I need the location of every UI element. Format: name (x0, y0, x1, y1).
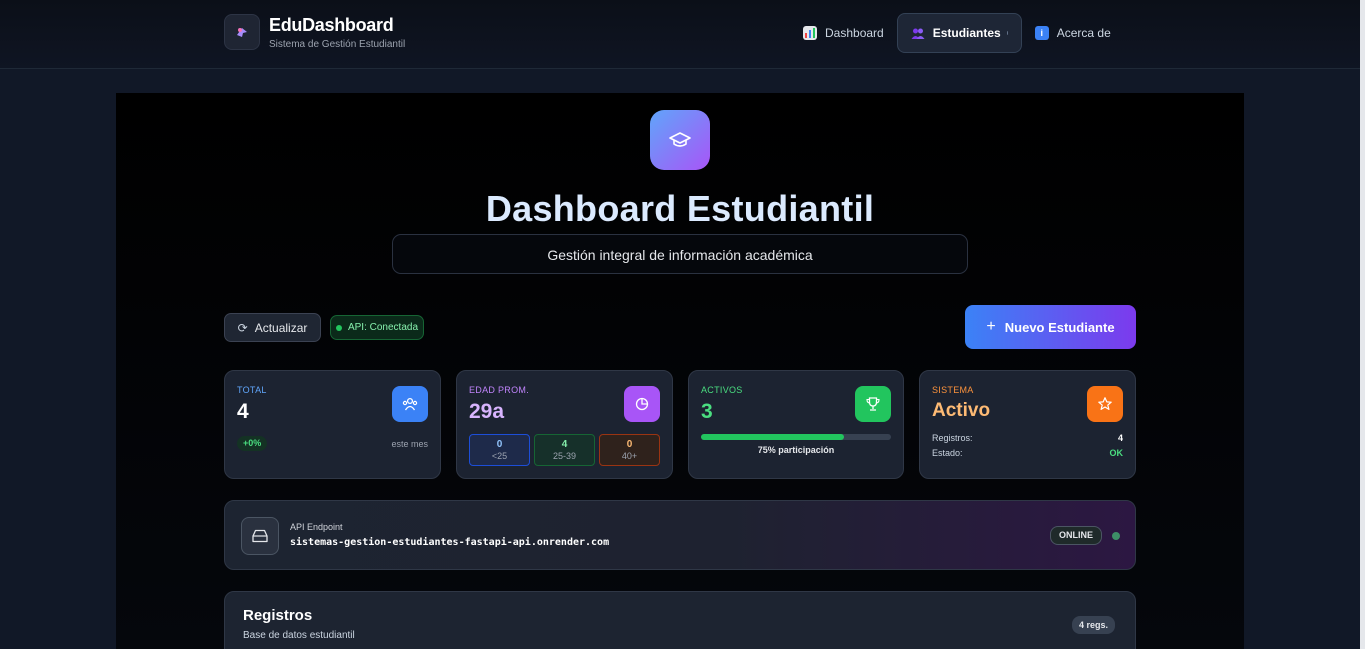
page-title: Dashboard Estudiantil (485, 188, 875, 229)
brand-logo-icon (224, 14, 260, 50)
age-bucket: 4 25-39 (534, 434, 595, 466)
users-icon (911, 26, 925, 40)
new-student-label: Nuevo Estudiante (1004, 319, 1115, 335)
server-drive-icon (241, 517, 279, 555)
endpoint-label: API Endpoint (290, 522, 343, 532)
active-indicator-dot (1006, 31, 1008, 35)
card-label: EDAD PROM. (469, 385, 530, 395)
card-note: este mes (391, 439, 428, 449)
page-scrollbar[interactable] (1360, 0, 1365, 649)
api-status-badge: API: Conectada (330, 315, 424, 340)
trophy-icon (855, 386, 891, 422)
top-navbar: EduDashboard Sistema de Gestión Estudian… (0, 0, 1360, 69)
api-endpoint-panel: API Endpoint sistemas-gestion-estudiante… (224, 500, 1136, 570)
participation-text: 75% participación (757, 445, 835, 455)
age-bucket-range: 40+ (621, 451, 638, 461)
records-value: 4 (1117, 433, 1123, 443)
card-label: ACTIVOS (701, 385, 743, 395)
brand-subtitle: Sistema de Gestión Estudiantil (269, 39, 406, 50)
new-student-button[interactable]: + Nuevo Estudiante (965, 305, 1136, 349)
state-value: OK (1109, 448, 1124, 458)
state-label: Estado: (932, 448, 963, 458)
page-subtitle: Gestión integral de información académic… (392, 234, 968, 274)
nav-item-acerca[interactable]: i Acerca de (1022, 13, 1124, 53)
age-bucket-count: 4 (561, 439, 568, 450)
section-subtitle: Base de datos estudiantil (243, 630, 355, 641)
star-icon (1087, 386, 1123, 422)
section-title: Registros (243, 607, 313, 624)
brand-title: EduDashboard (269, 15, 394, 35)
users-icon (392, 386, 428, 422)
age-bucket: 0 <25 (469, 434, 530, 466)
card-value: 3 (701, 400, 713, 423)
refresh-label: Actualizar (254, 320, 308, 335)
api-status-text: API: Conectada (347, 322, 419, 333)
age-bucket-count: 0 (626, 439, 633, 450)
plus-icon: + (986, 318, 996, 335)
card-value: Activo (932, 400, 991, 421)
endpoint-url[interactable]: sistemas-gestion-estudiantes-fastapi-api… (290, 537, 609, 548)
brand[interactable]: EduDashboard Sistema de Gestión Estudian… (224, 14, 405, 50)
refresh-icon: ⟳ (237, 320, 248, 335)
age-bucket: 0 40+ (599, 434, 660, 466)
change-badge: +0% (237, 436, 268, 451)
nav-item-dashboard[interactable]: Dashboard (790, 13, 897, 53)
age-bucket-range: 25-39 (552, 451, 577, 461)
stat-card-total: TOTAL 4 +0% este mes (224, 370, 441, 479)
participation-progress-bar (701, 434, 891, 440)
main-nav: Dashboard Estudiantes i Acerca de (790, 13, 1124, 53)
age-bucket-range: <25 (491, 451, 508, 461)
nav-item-estudiantes[interactable]: Estudiantes (896, 13, 1022, 53)
state-row: Estado: OK (932, 448, 1123, 458)
records-section: Registros Base de datos estudiantil 4 re… (224, 591, 1136, 649)
records-count-badge: 4 regs. (1072, 616, 1116, 634)
age-bucket-count: 0 (496, 439, 503, 450)
nav-label-dashboard: Dashboard (825, 26, 884, 40)
refresh-button[interactable]: ⟳ Actualizar (224, 313, 321, 342)
card-value: 4 (237, 400, 249, 423)
stat-card-age: EDAD PROM. 29a 0 <25 4 25-39 0 40+ (456, 370, 673, 479)
graduation-cap-icon (650, 110, 710, 170)
online-status-badge: ONLINE (1050, 526, 1103, 545)
stat-card-system: SISTEMA Activo Registros: 4 Estado: OK (919, 370, 1136, 479)
online-dot-icon (1112, 532, 1120, 540)
info-icon: i (1034, 26, 1049, 40)
pie-chart-icon (624, 386, 660, 422)
participation-progress-fill (701, 434, 844, 440)
bar-chart-icon (803, 26, 817, 40)
card-value: 29a (469, 400, 505, 423)
records-label: Registros: (932, 433, 973, 443)
status-dot-icon (335, 324, 342, 331)
records-row: Registros: 4 (932, 433, 1123, 443)
nav-label-acerca: Acerca de (1056, 26, 1111, 40)
stat-card-active: ACTIVOS 3 75% participación (688, 370, 904, 479)
nav-label-estudiantes: Estudiantes (932, 26, 1001, 40)
card-label: TOTAL (237, 385, 267, 395)
card-label: SISTEMA (932, 385, 974, 395)
